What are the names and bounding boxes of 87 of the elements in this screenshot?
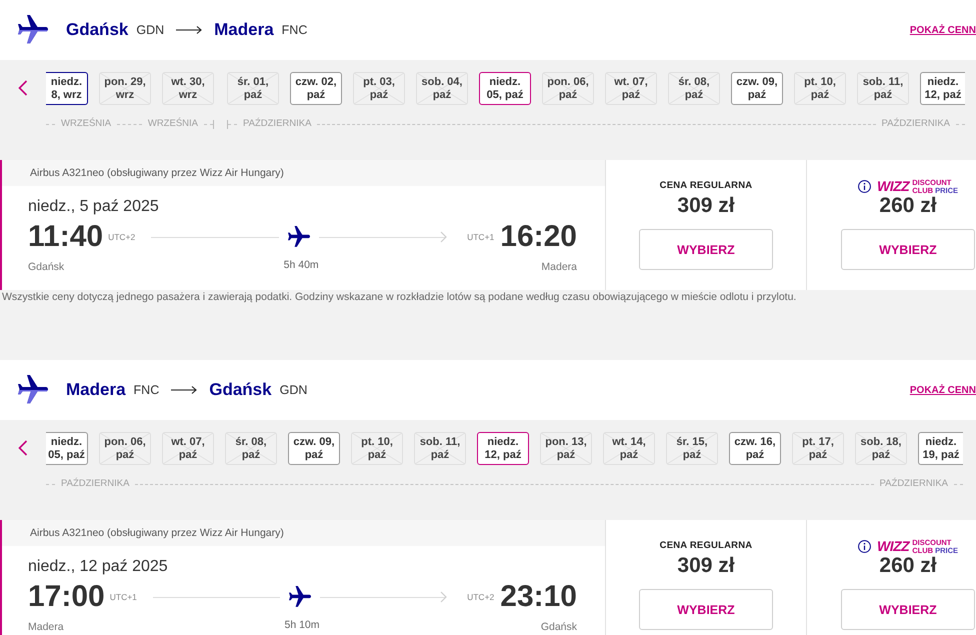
date-tile[interactable]: sob. 04, paź bbox=[416, 72, 468, 105]
date-tile[interactable]: pon. 13, paź bbox=[540, 432, 592, 465]
airplane-icon bbox=[288, 226, 310, 248]
date-tile[interactable]: pon. 06, paź bbox=[542, 72, 594, 105]
date-tile[interactable]: pon. 29, wrz bbox=[99, 72, 151, 105]
aircraft-label: Airbus A321neo (obsługiwany przez Wizz Air Hungary) bbox=[2, 160, 605, 186]
arrival-time: 23:10 bbox=[500, 581, 577, 613]
date-tile[interactable]: niedz. 05, paź bbox=[479, 72, 531, 105]
aircraft-label: Airbus A321neo (obsługiwany przez Wizz Air Hungary) bbox=[2, 520, 605, 546]
month-label: WRZEŚNIA bbox=[61, 118, 112, 130]
logo-wordmark: WIZZ bbox=[877, 539, 910, 553]
date-tile[interactable]: czw. 09, paź bbox=[288, 432, 340, 465]
fare-title: CENA REGULARNA bbox=[660, 540, 752, 552]
airplane-icon bbox=[18, 375, 48, 405]
date-tile[interactable]: niedz. 05, paź bbox=[46, 432, 88, 465]
arrival-time: 16:20 bbox=[500, 221, 577, 253]
destination-code: FNC bbox=[282, 23, 308, 37]
date-tile[interactable]: pon. 06, paź bbox=[99, 432, 151, 465]
date-tile[interactable]: niedz. 8, wrz bbox=[46, 72, 88, 105]
origin-code: FNC bbox=[134, 383, 160, 397]
date-tile[interactable]: pt. 03, paź bbox=[353, 72, 405, 105]
fare-title: CENA REGULARNA bbox=[660, 180, 752, 192]
arrival-city: Madera bbox=[541, 261, 577, 274]
flight-date: niedz., 12 paź 2025 bbox=[28, 557, 169, 577]
flight-date: niedz., 5 paź 2025 bbox=[28, 197, 160, 217]
select-button[interactable]: WYBIERZ bbox=[841, 589, 975, 630]
arrow-right-icon bbox=[171, 385, 198, 395]
date-tile[interactable]: pt. 10, paź bbox=[351, 432, 403, 465]
fare-price: 260 zł bbox=[879, 194, 937, 218]
logo-wordmark: WIZZ bbox=[877, 179, 910, 193]
date-tile[interactable]: śr. 08, paź bbox=[225, 432, 277, 465]
date-tile[interactable]: sob. 11, paź bbox=[857, 72, 909, 105]
select-button[interactable]: WYBIERZ bbox=[639, 229, 773, 270]
date-tile[interactable]: pt. 17, paź bbox=[792, 432, 844, 465]
destination-code: GDN bbox=[280, 383, 308, 397]
origin-city: Gdańsk bbox=[66, 20, 128, 40]
month-label: PAŹDZIERNIKA bbox=[882, 118, 950, 130]
arrival-city: Gdańsk bbox=[540, 621, 577, 634]
flight-duration: 5h 40m bbox=[284, 258, 319, 272]
chevron-left-icon[interactable] bbox=[18, 440, 28, 456]
select-button[interactable]: WYBIERZ bbox=[639, 589, 773, 630]
origin-code: GDN bbox=[136, 23, 164, 37]
date-tile[interactable]: czw. 09, paź bbox=[731, 72, 783, 105]
month-label: PAŹDZIERNIKA bbox=[243, 118, 312, 130]
date-tile[interactable]: czw. 02, paź bbox=[290, 72, 342, 105]
month-label: PAŹDZIERNIKA bbox=[61, 478, 130, 490]
date-tile[interactable]: sob. 18, paź bbox=[855, 432, 907, 465]
destination-city: Gdańsk bbox=[209, 380, 272, 400]
destination-city: Madera bbox=[214, 20, 274, 40]
date-tile[interactable]: śr. 08, paź bbox=[668, 72, 720, 105]
chevron-left-icon[interactable] bbox=[18, 80, 28, 96]
fare-price: 309 zł bbox=[677, 194, 735, 218]
departure-time: 17:00 bbox=[28, 581, 105, 613]
date-tile[interactable]: śr. 01, paź bbox=[227, 72, 279, 105]
utc-offset: UTC+2 bbox=[108, 232, 136, 242]
departure-time: 11:40 bbox=[28, 221, 104, 253]
fare-price: 309 zł bbox=[677, 554, 735, 578]
date-tile[interactable]: pt. 10, paź bbox=[794, 72, 846, 105]
utc-offset: UTC+1 bbox=[467, 232, 494, 242]
info-icon[interactable] bbox=[858, 540, 871, 552]
date-tile[interactable]: wt. 30, wrz bbox=[162, 72, 214, 105]
origin-city: Madera bbox=[66, 380, 126, 400]
utc-offset: UTC+2 bbox=[467, 592, 494, 602]
show-prices-link[interactable]: POKAŻ CENN bbox=[910, 24, 976, 36]
airplane-icon bbox=[289, 586, 311, 608]
fare-price: 260 zł bbox=[879, 554, 937, 578]
date-tile[interactable]: czw. 16, paź bbox=[729, 432, 781, 465]
utc-offset: UTC+1 bbox=[110, 592, 137, 602]
info-icon[interactable] bbox=[858, 180, 871, 192]
arrow-right-icon bbox=[176, 25, 202, 35]
date-tile[interactable]: śr. 15, paź bbox=[666, 432, 718, 465]
departure-city: Gdańsk bbox=[28, 261, 64, 274]
departure-city: Madera bbox=[28, 621, 64, 634]
flight-duration: 5h 10m bbox=[284, 618, 320, 632]
date-tile[interactable]: sob. 11, paź bbox=[414, 432, 466, 465]
disclaimer-text: Wszystkie ceny dotyczą jednego pasażera i zawierają podatki. Godziny wskazane w rozkładzie lotów są podane według czasu obowiązującego w mieście odlotu i przylotu. bbox=[1, 290, 798, 305]
date-tile[interactable]: wt. 07, paź bbox=[162, 432, 214, 465]
show-prices-link[interactable]: POKAŻ CENN bbox=[910, 384, 976, 396]
month-label: PAŹDZIERNIKA bbox=[880, 478, 948, 490]
date-tile[interactable]: wt. 14, paź bbox=[603, 432, 655, 465]
select-button[interactable]: WYBIERZ bbox=[841, 229, 975, 270]
date-tile[interactable]: niedz. 12, paź bbox=[920, 72, 965, 105]
date-tile[interactable]: wt. 07, paź bbox=[605, 72, 657, 105]
month-label: WRZEŚNIA bbox=[148, 118, 198, 130]
airplane-icon bbox=[18, 15, 48, 45]
date-tile[interactable]: niedz. 12, paź bbox=[477, 432, 529, 465]
date-tile[interactable]: niedz. 19, paź bbox=[918, 432, 963, 465]
